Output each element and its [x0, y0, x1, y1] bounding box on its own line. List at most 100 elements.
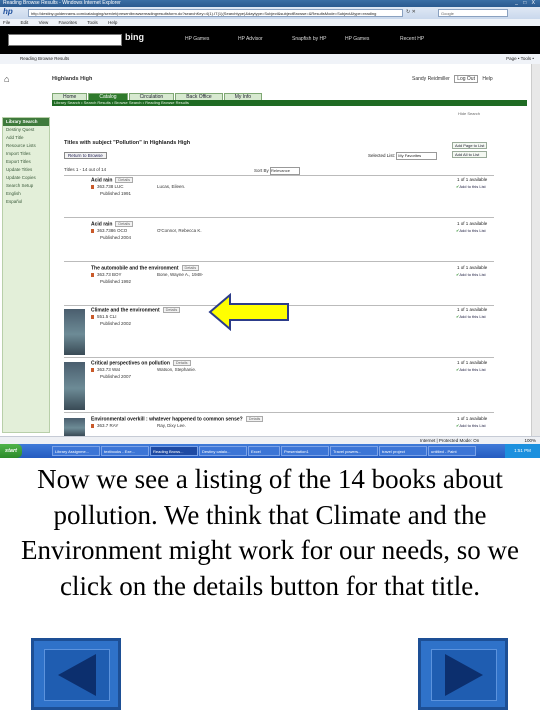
sort-select[interactable]: Relevance	[270, 167, 301, 175]
link-1[interactable]: HP Games	[185, 36, 209, 42]
book-icon	[91, 228, 94, 233]
add-to-list-link[interactable]: Add to this List	[456, 314, 485, 319]
details-button[interactable]: Details	[115, 177, 134, 183]
sidebar-item[interactable]: Search Setup	[3, 182, 49, 190]
page-tools-menu[interactable]: Page • Tools •	[506, 54, 534, 64]
taskbar-item[interactable]: Presentation1	[281, 446, 329, 456]
sidebar-item[interactable]: Español	[3, 198, 49, 206]
next-slide-button[interactable]	[418, 638, 508, 710]
book-cover-thumbnail[interactable]	[64, 309, 85, 355]
taskbar-item[interactable]: Excel	[248, 446, 280, 456]
previous-slide-button[interactable]	[31, 638, 121, 710]
sort-label: Sort By	[254, 168, 269, 174]
menu-edit[interactable]: Edit	[21, 20, 29, 25]
result-title[interactable]: Critical perspectives on pollution Detail…	[91, 360, 191, 366]
published: Published 1991	[100, 191, 132, 196]
details-button[interactable]: Details	[115, 221, 134, 227]
slide-caption: Now we see a listing of the 14 books abo…	[21, 464, 519, 601]
link-5[interactable]: Recent HP	[400, 36, 424, 42]
book-icon	[91, 184, 94, 189]
details-button[interactable]: Details	[245, 416, 264, 422]
result-row: Acid rain Details 363.738 LUC Lucas, Eile…	[64, 177, 494, 218]
google-search-input[interactable]: Google	[438, 9, 508, 17]
result-title[interactable]: Acid rain Details	[91, 177, 134, 183]
menu-tools[interactable]: Tools	[87, 20, 98, 25]
results-panel: Hide Search Titles with subject "Polluti…	[52, 106, 532, 436]
hide-search-button[interactable]: Hide Search	[458, 111, 480, 116]
add-to-list-link[interactable]: Add to this List	[456, 367, 485, 372]
address-row: hp http://destiny.goldenrams.com/catalog…	[0, 7, 540, 19]
refresh-stop-icons[interactable]: ↻ ✕	[406, 9, 416, 15]
details-button[interactable]: Details	[172, 360, 191, 366]
window-controls[interactable]: _ □ X	[515, 0, 537, 7]
results-title: Titles with subject "Pollution" in Highl…	[64, 140, 191, 146]
sidebar-item[interactable]: Destiny Quest	[3, 126, 49, 134]
availability: 1 of 1 available	[457, 221, 488, 226]
details-button[interactable]: Details	[181, 265, 200, 271]
author: O'Connor, Rebecca K.	[157, 228, 202, 233]
sidebar-item[interactable]: Export Titles	[3, 158, 49, 166]
link-3[interactable]: Snapfish by HP	[292, 36, 326, 42]
add-to-list-link[interactable]: Add to this List	[456, 272, 485, 277]
taskbar-item[interactable]: Destiny catalo...	[199, 446, 247, 456]
add-to-list-link[interactable]: Add to this List	[456, 423, 485, 428]
clock: 1:51 PM	[505, 444, 540, 458]
sidebar-item[interactable]: Add Title	[3, 134, 49, 142]
book-icon	[91, 423, 94, 428]
availability: 1 of 1 available	[457, 307, 488, 312]
destiny-logo-icon: ⌂	[4, 74, 10, 84]
add-to-list-link[interactable]: Add to this List	[456, 228, 485, 233]
taskbar-item[interactable]: Library Assignme...	[52, 446, 100, 456]
sidebar-item[interactable]: English	[3, 190, 49, 198]
selected-list: Selected List: My Favorites	[368, 152, 438, 160]
availability: 1 of 1 available	[457, 416, 488, 421]
menu-help[interactable]: Help	[108, 20, 117, 25]
address-bar[interactable]: http://destiny.goldenrams.com/cataloging…	[28, 9, 403, 17]
details-button[interactable]: Details	[162, 307, 181, 313]
add-page-to-list-button[interactable]: Add Page to List	[452, 142, 488, 149]
sidebar-item[interactable]: Update Titles	[3, 166, 49, 174]
add-all-to-list-button[interactable]: Add All to List	[452, 151, 488, 158]
add-to-list-link[interactable]: Add to this List	[456, 184, 485, 189]
link-2[interactable]: HP Advisor	[238, 36, 263, 42]
sidebar-item[interactable]: Update Copies	[3, 174, 49, 182]
book-cover-thumbnail[interactable]	[64, 418, 85, 436]
user-name: Sandy Reidmiller	[412, 76, 450, 82]
logout-button[interactable]: Log Out	[454, 75, 478, 83]
return-to-browse-button[interactable]: Return to Browse	[64, 152, 107, 159]
taskbar-item[interactable]: Reading Brows...	[150, 446, 198, 456]
bing-search-input[interactable]	[8, 34, 122, 46]
result-row: Acid rain Details 363.7386 OCO O'Connor, …	[64, 221, 494, 262]
user-info: Sandy Reidmiller Log Out Help	[412, 75, 493, 83]
selected-list-select[interactable]: My Favorites	[396, 152, 438, 160]
sidebar-item[interactable]: Resource Lists	[3, 142, 49, 150]
menu-file[interactable]: File	[3, 20, 10, 25]
site-name: Highlands High	[52, 76, 93, 82]
menu-view[interactable]: View	[39, 20, 49, 25]
taskbar-item[interactable]: Travel powers...	[330, 446, 378, 456]
help-link[interactable]: Help	[482, 76, 492, 82]
link-4[interactable]: HP Games	[345, 36, 369, 42]
window-title: Reading Browse Results - Windows Interne…	[3, 0, 121, 6]
sidebar-heading[interactable]: Library Search	[3, 118, 49, 126]
taskbar-item[interactable]: untitled - Paint	[428, 446, 476, 456]
vertical-scrollbar[interactable]	[531, 64, 540, 436]
sidebar-item[interactable]: Import Titles	[3, 150, 49, 158]
start-button[interactable]: start	[0, 444, 22, 458]
result-row: Environmental overkill : whatever happen…	[64, 416, 494, 436]
taskbar-item[interactable]: travel project	[379, 446, 427, 456]
taskbar-item[interactable]: textbooks - Exe...	[101, 446, 149, 456]
result-title[interactable]: Acid rain Details	[91, 221, 134, 227]
sidebar: Library Search Destiny Quest Add Title R…	[2, 117, 50, 433]
book-cover-thumbnail[interactable]	[64, 362, 85, 410]
result-title[interactable]: The automobile and the environment Detail…	[91, 265, 200, 271]
window-titlebar: Reading Browse Results - Windows Interne…	[0, 0, 540, 7]
page-content: ⌂ Highlands High Sandy Reidmiller Log Ou…	[0, 64, 540, 436]
result-title[interactable]: Climate and the environment Details	[91, 307, 181, 313]
result-title[interactable]: Environmental overkill : whatever happen…	[91, 416, 264, 422]
book-icon	[91, 314, 94, 319]
menu-favorites[interactable]: Favorites	[59, 20, 78, 25]
browser-tab[interactable]: Reading Browse Results	[20, 54, 69, 64]
call-number: 363.738 LUC	[91, 184, 124, 189]
selected-list-label: Selected List:	[368, 153, 396, 159]
